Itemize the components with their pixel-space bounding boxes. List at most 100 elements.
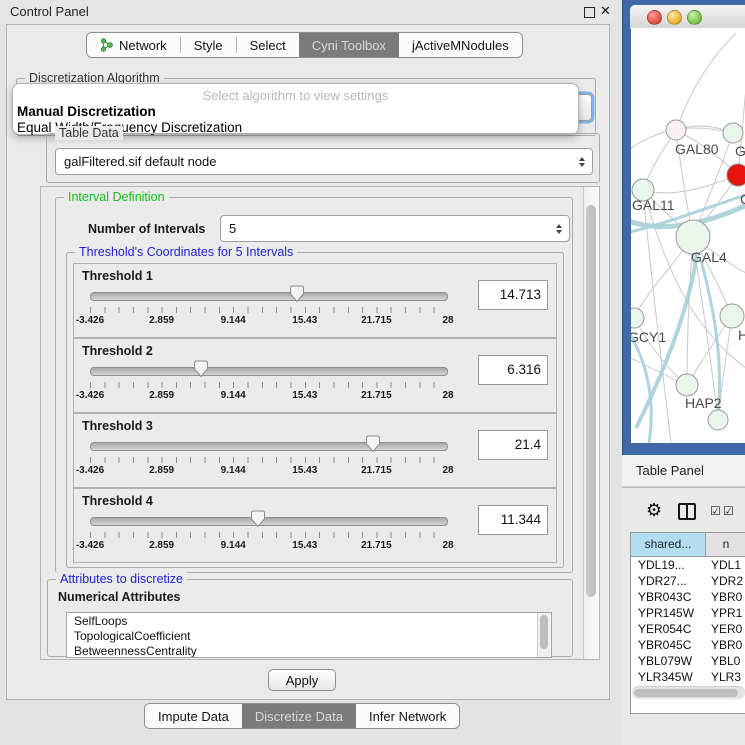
threshold-2-slider[interactable]: -3.426 2.859 9.144 15.43 21.715 28: [90, 361, 448, 409]
select-columns-icon[interactable]: [678, 503, 696, 520]
threshold-4-value-field[interactable]: 11.344: [478, 505, 548, 535]
tab-cyni-toolbox[interactable]: Cyni Toolbox: [299, 33, 399, 57]
tab-impute-data[interactable]: Impute Data: [145, 704, 242, 728]
number-of-intervals-combobox[interactable]: 5: [220, 215, 570, 242]
zoom-traffic-light-icon[interactable]: [687, 10, 702, 25]
cell-shared[interactable]: YDR27...: [631, 573, 705, 589]
attribute-item-selfloops[interactable]: SelfLoops: [67, 613, 551, 628]
node-red-selected[interactable]: [727, 164, 745, 186]
combo-arrows-icon: [556, 224, 562, 234]
tab-discretize-data[interactable]: Discretize Data: [242, 704, 356, 728]
float-window-icon[interactable]: [584, 7, 595, 18]
attributes-group: Attributes to discretize Numerical Attri…: [47, 579, 573, 657]
cell-shared[interactable]: YLR345W: [631, 669, 705, 685]
threshold-3-value-field[interactable]: 21.4: [478, 430, 548, 460]
tab-jactivemnodules[interactable]: jActiveMNodules: [399, 33, 522, 57]
scrollbar-thumb[interactable]: [586, 205, 596, 597]
scale-label: 28: [442, 465, 453, 476]
scale-label: -3.426: [76, 390, 104, 401]
threshold-2-label: Threshold 2: [82, 344, 153, 358]
cell-name[interactable]: YBL0: [705, 653, 745, 669]
attribute-item-topologicalcoefficient[interactable]: TopologicalCoefficient: [67, 628, 551, 643]
slider-thumb[interactable]: [365, 435, 381, 453]
settings-vertical-scrollbar[interactable]: [583, 187, 599, 659]
cell-name[interactable]: YDL1: [705, 557, 745, 573]
node-top-right[interactable]: [723, 123, 743, 143]
cell-name[interactable]: YBR0: [705, 589, 745, 605]
node-hap2[interactable]: [676, 374, 698, 396]
tab-style[interactable]: Style: [181, 33, 236, 57]
cell-name[interactable]: YPR1: [705, 605, 745, 621]
slider-thumb[interactable]: [250, 510, 266, 528]
tab-style-label: Style: [194, 38, 223, 53]
node-gcy1[interactable]: [631, 308, 644, 328]
node-gal80[interactable]: [666, 120, 686, 140]
tab-select[interactable]: Select: [237, 33, 299, 57]
scale-label: 9.144: [221, 390, 246, 401]
table-row[interactable]: YBR043CYBR0: [631, 589, 745, 605]
slider-scale-labels: -3.426 2.859 9.144 15.43 21.715 28: [90, 315, 448, 327]
table-row[interactable]: YDL19...YDL1: [631, 557, 745, 573]
table-row[interactable]: YDR27...YDR2: [631, 573, 745, 589]
show-checked-columns-icon[interactable]: ☑: [710, 504, 721, 518]
close-panel-icon[interactable]: ✕: [600, 3, 611, 19]
column-header-shared-name[interactable]: shared...: [631, 533, 706, 556]
slider-track[interactable]: [90, 442, 448, 451]
cell-shared[interactable]: YBR045C: [631, 637, 705, 653]
close-traffic-light-icon[interactable]: [647, 10, 662, 25]
tab-infer-network[interactable]: Infer Network: [356, 704, 459, 728]
cell-shared[interactable]: YER054C: [631, 621, 705, 637]
tab-jactivemnodules-label: jActiveMNodules: [412, 38, 509, 53]
threshold-4-label: Threshold 4: [82, 494, 153, 508]
threshold-3-panel: Threshold 3 -3.426 2.859 9.144 15.43 21: [73, 413, 557, 488]
cell-name[interactable]: YLR3: [705, 669, 745, 685]
scrollbar-thumb[interactable]: [540, 615, 548, 649]
minimize-traffic-light-icon[interactable]: [667, 10, 682, 25]
threshold-1-value-field[interactable]: 14.713: [478, 280, 548, 310]
cell-shared[interactable]: YPR145W: [631, 605, 705, 621]
table-row[interactable]: YPR145WYPR1: [631, 605, 745, 621]
threshold-3-slider[interactable]: -3.426 2.859 9.144 15.43 21.715 28: [90, 436, 448, 484]
slider-track[interactable]: [90, 292, 448, 301]
dropdown-option-manual-discretization[interactable]: Manual Discretization: [13, 104, 578, 120]
cell-shared[interactable]: YBL079W: [631, 653, 705, 669]
cell-name[interactable]: YDR2: [705, 573, 745, 589]
table-row[interactable]: YBR045CYBR0: [631, 637, 745, 653]
attributes-list-scrollbar[interactable]: [537, 613, 551, 657]
tab-infer-network-label: Infer Network: [369, 709, 446, 724]
threshold-1-slider[interactable]: -3.426 2.859 9.144 15.43 21.715 28: [90, 286, 448, 334]
cell-shared[interactable]: YBR043C: [631, 589, 705, 605]
apply-button[interactable]: Apply: [268, 669, 336, 691]
cell-name[interactable]: YBR0: [705, 637, 745, 653]
column-header-name[interactable]: n: [706, 533, 745, 556]
select-all-columns-icon[interactable]: ☑: [723, 504, 734, 518]
table-horizontal-scrollbar[interactable]: [632, 686, 745, 699]
table-row[interactable]: YER054CYER0: [631, 621, 745, 637]
node-label-gal11: GAL11: [632, 197, 675, 213]
table-data-combobox[interactable]: galFiltered.sif default node: [55, 148, 593, 175]
attributes-group-title: Attributes to discretize: [56, 572, 187, 586]
node-label-gal4: GAL4: [691, 249, 727, 265]
threshold-4-slider[interactable]: -3.426 2.859 9.144 15.43 21.715 28: [90, 511, 448, 559]
tab-network[interactable]: Network: [87, 33, 180, 57]
slider-track[interactable]: [90, 367, 448, 376]
slider-track[interactable]: [90, 517, 448, 526]
cell-name[interactable]: YER0: [705, 621, 745, 637]
slider-thumb[interactable]: [193, 360, 209, 378]
node-table: shared... n YDL19...YDL1 YDR27...YDR2 YB…: [630, 532, 745, 714]
node-right-mid[interactable]: [720, 304, 744, 328]
threshold-2-value-field[interactable]: 6.316: [478, 355, 548, 385]
threshold-2-panel: Threshold 2 -3.426 2.859 9.144 15.43 21: [73, 338, 557, 413]
node-bottom[interactable]: [708, 410, 728, 430]
table-row[interactable]: YBL079WYBL0: [631, 653, 745, 669]
network-window-titlebar[interactable]: [630, 5, 745, 29]
slider-scale-labels: -3.426 2.859 9.144 15.43 21.715 28: [90, 390, 448, 402]
tab-select-label: Select: [250, 38, 286, 53]
cell-shared[interactable]: YDL19...: [631, 557, 705, 573]
slider-thumb[interactable]: [289, 285, 305, 303]
network-canvas[interactable]: GAL80 G C GAL11 GAL4 GCY1 H HAP2: [631, 28, 745, 443]
attribute-item-betweennesscentrality[interactable]: BetweennessCentrality: [67, 643, 551, 658]
gear-icon[interactable]: ⚙: [646, 500, 662, 521]
scrollbar-thumb[interactable]: [634, 689, 738, 697]
table-row[interactable]: YLR345WYLR3: [631, 669, 745, 685]
